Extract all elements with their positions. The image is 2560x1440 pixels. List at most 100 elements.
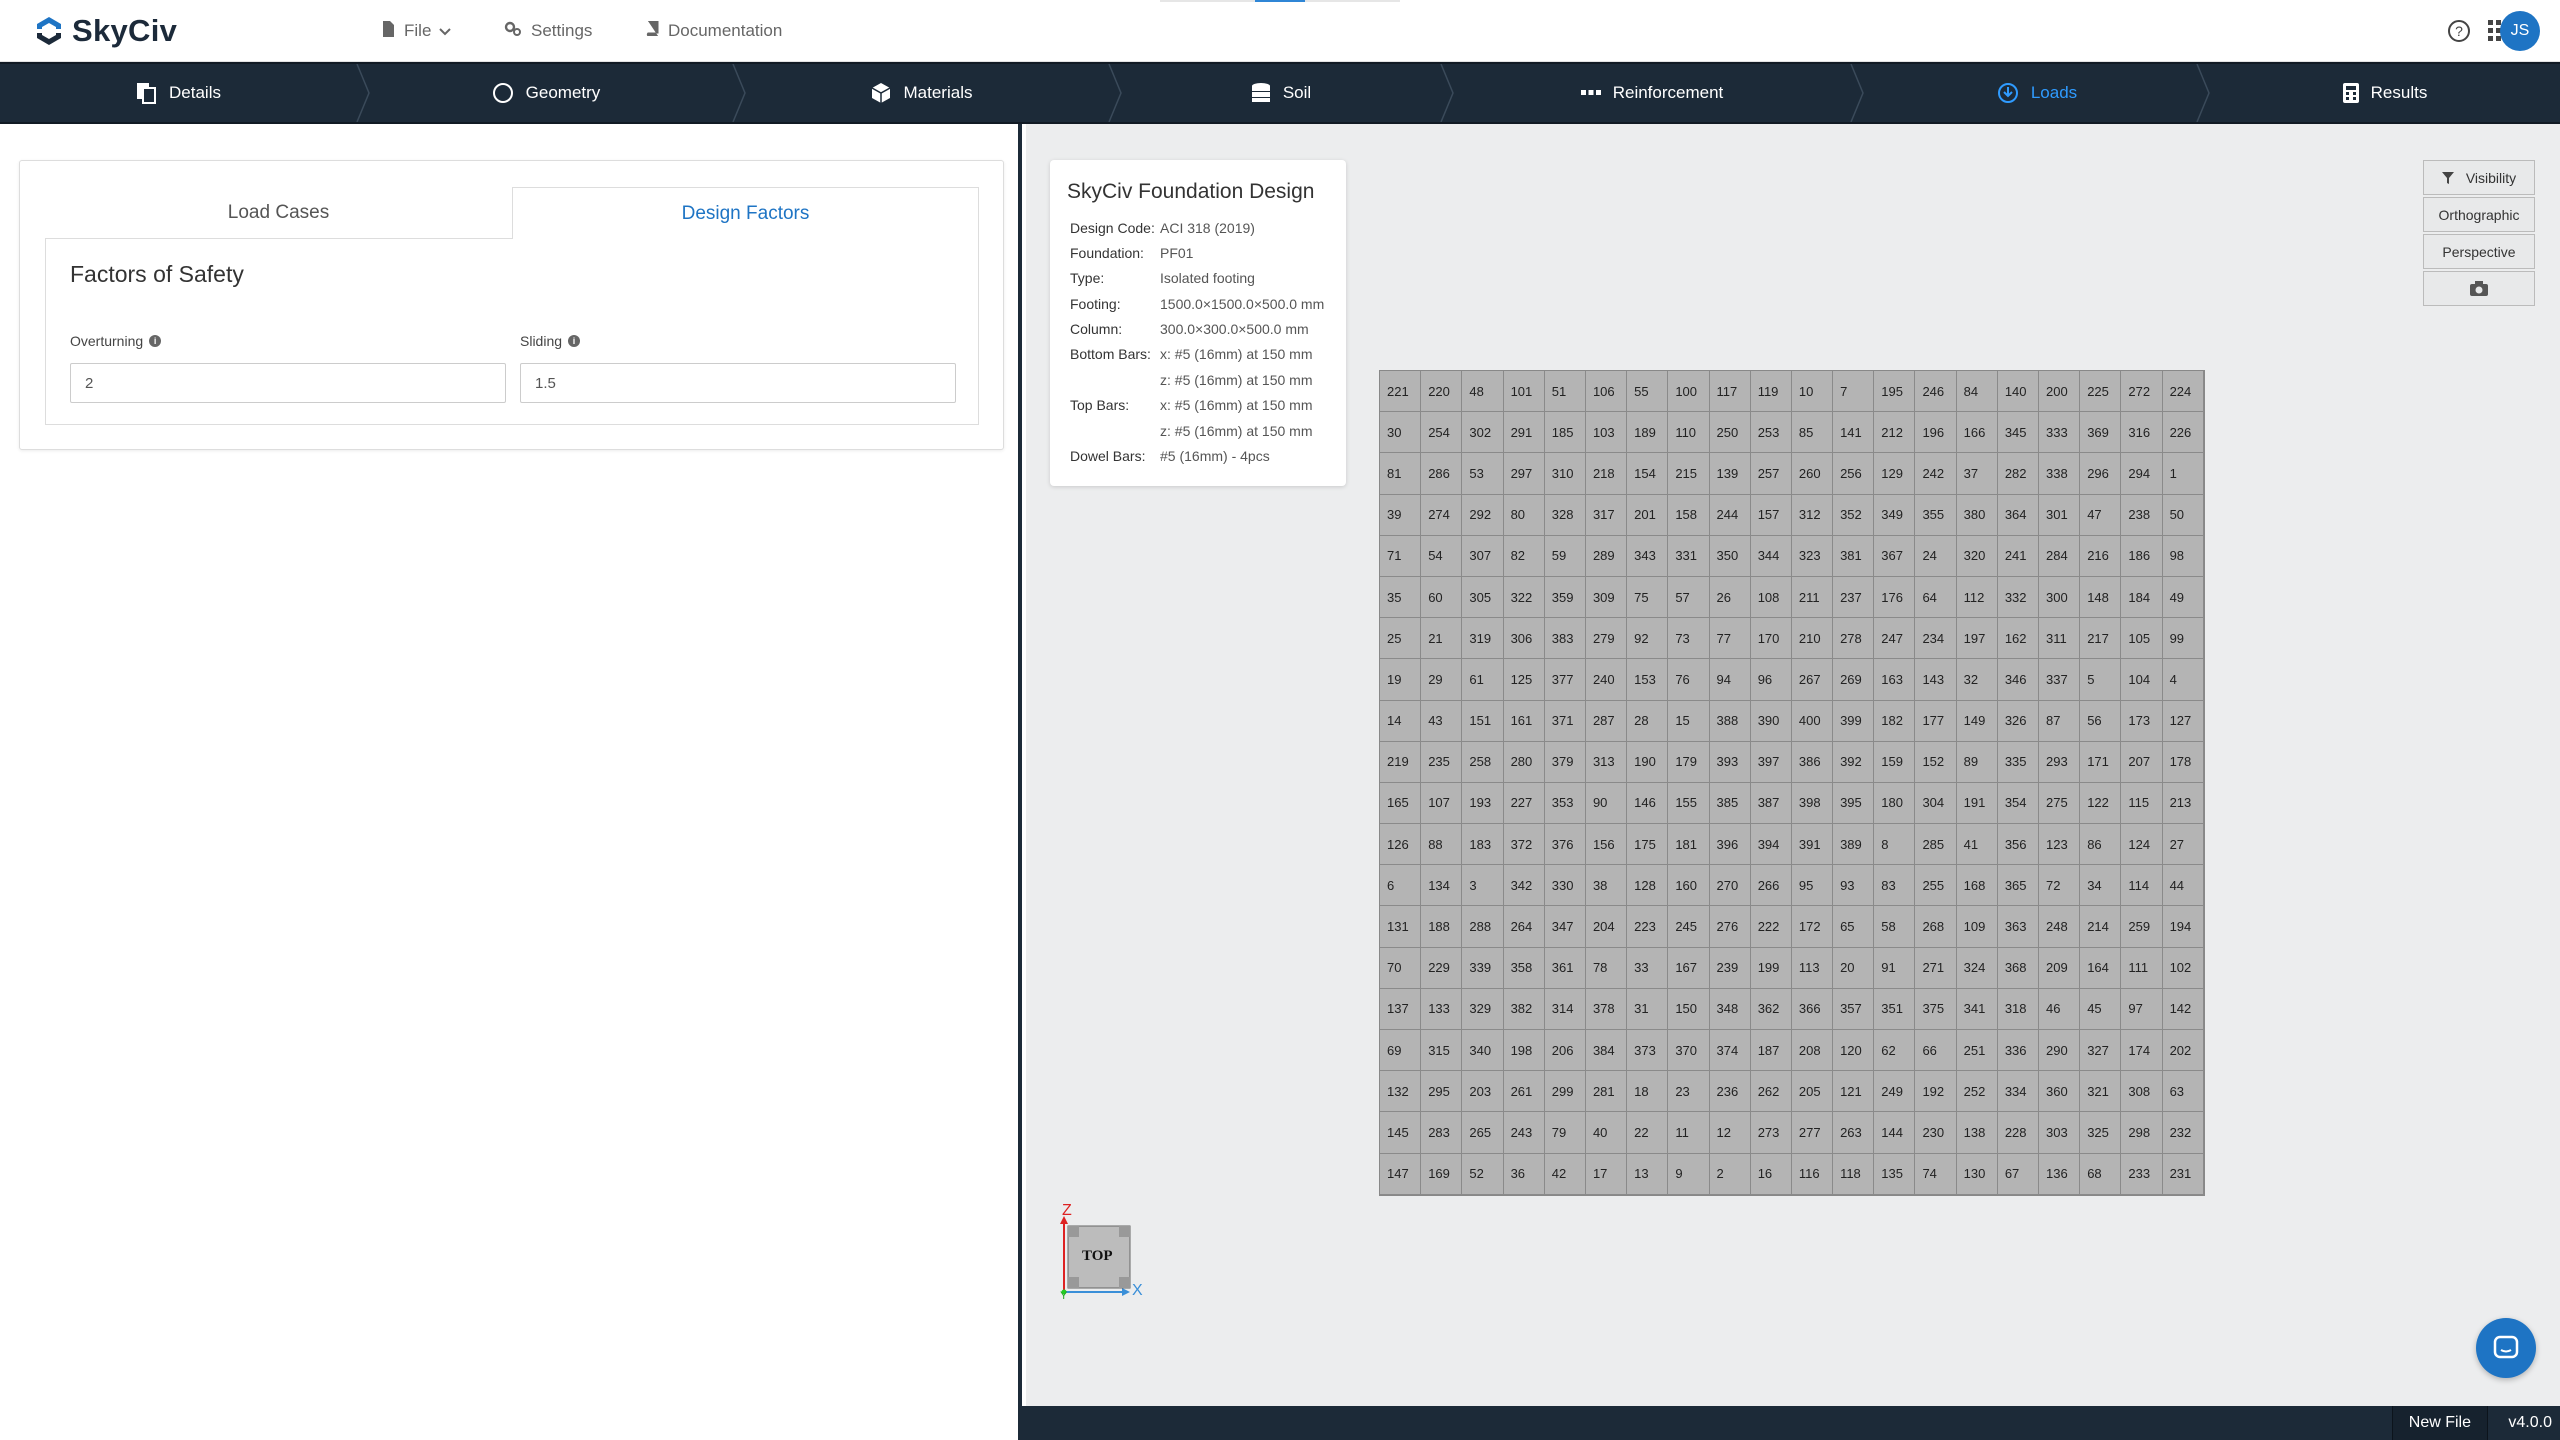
mesh-cell: 191 bbox=[1956, 782, 1998, 825]
mesh-cell: 207 bbox=[2121, 741, 2163, 783]
mesh-cell: 40 bbox=[1585, 1112, 1628, 1154]
mesh-cell: 192 bbox=[1915, 1071, 1957, 1113]
mesh-cell: 109 bbox=[1956, 906, 1998, 948]
step-divider bbox=[1108, 64, 1122, 122]
mesh-cell: 161 bbox=[1503, 700, 1545, 742]
footing-mesh-grid[interactable]: 221 220 48 101 51 106 55 100 117 119 10 7 195 246 84 14… bbox=[1379, 370, 2205, 1196]
mesh-cell: 180 bbox=[1874, 782, 1916, 825]
mesh-cell: 25 bbox=[1380, 618, 1422, 660]
mesh-cell: 316 bbox=[2121, 412, 2163, 454]
mesh-cell: 67 bbox=[1997, 1153, 2039, 1195]
mesh-cell: 238 bbox=[2121, 494, 2163, 536]
mesh-cell: 137 bbox=[1380, 988, 1422, 1030]
mesh-cell: 324 bbox=[1956, 947, 1998, 989]
mesh-cell: 5 bbox=[2080, 659, 2122, 701]
mesh-cell: 164 bbox=[2080, 947, 2122, 989]
step-divider bbox=[1850, 64, 1864, 122]
mesh-cell: 330 bbox=[1544, 865, 1586, 907]
mesh-cell: 242 bbox=[1915, 453, 1957, 495]
mesh-cell: 224 bbox=[2162, 371, 2204, 413]
mesh-cell: 16 bbox=[1750, 1153, 1792, 1195]
mesh-cell: 75 bbox=[1627, 576, 1669, 619]
mesh-cell: 189 bbox=[1627, 412, 1669, 454]
mesh-cell: 3 bbox=[1462, 865, 1504, 907]
step-details[interactable]: Details bbox=[0, 64, 356, 122]
info-icon[interactable]: i bbox=[149, 335, 162, 347]
skyciv-logo[interactable]: SkyCiv bbox=[32, 11, 177, 51]
mesh-cell: 166 bbox=[1956, 412, 1998, 454]
mesh-cell: 383 bbox=[1544, 618, 1586, 660]
tab-design-factors[interactable]: Design Factors bbox=[512, 187, 979, 239]
mesh-cell: 46 bbox=[2039, 988, 2081, 1030]
mesh-cell: 347 bbox=[1544, 906, 1586, 948]
step-materials[interactable]: Materials bbox=[746, 64, 1096, 122]
axis-y-label: Y bbox=[1060, 1290, 1068, 1302]
chat-button[interactable] bbox=[2476, 1318, 2536, 1378]
info-icon[interactable]: i bbox=[568, 335, 581, 347]
mesh-cell: 105 bbox=[2121, 618, 2163, 660]
file-name[interactable]: New File bbox=[2391, 1406, 2488, 1440]
mesh-cell: 334 bbox=[1997, 1071, 2039, 1113]
mesh-cell: 70 bbox=[1380, 947, 1422, 989]
mesh-cell: 58 bbox=[1874, 906, 1916, 948]
mesh-cell: 64 bbox=[1915, 576, 1957, 619]
view-cube[interactable]: TOP Z X Y bbox=[1060, 1202, 1143, 1302]
mesh-cell: 357 bbox=[1833, 988, 1875, 1030]
info-footing: Footing: 1500.0×1500.0×500.0 mm bbox=[1070, 296, 1325, 312]
step-soil[interactable]: Soil bbox=[1122, 64, 1440, 122]
mesh-cell: 235 bbox=[1421, 741, 1463, 783]
mesh-cell: 343 bbox=[1627, 535, 1669, 577]
step-loads-label: Loads bbox=[2030, 83, 2078, 102]
sliding-input[interactable] bbox=[520, 363, 956, 403]
mesh-cell: 155 bbox=[1668, 782, 1710, 825]
mesh-cell: 102 bbox=[2162, 947, 2204, 989]
mesh-cell: 159 bbox=[1874, 741, 1916, 783]
mesh-cell: 42 bbox=[1544, 1153, 1586, 1195]
3d-viewport[interactable]: SkyCiv Foundation Design Design Code: ACI… bbox=[1026, 124, 2560, 1406]
step-reinforcement[interactable]: Reinforcement bbox=[1454, 64, 1850, 122]
step-results[interactable]: Results bbox=[2210, 64, 2560, 122]
mesh-cell: 27 bbox=[2162, 824, 2204, 866]
mesh-cell: 100 bbox=[1668, 371, 1710, 413]
file-menu[interactable]: File bbox=[382, 18, 452, 44]
mesh-cell: 107 bbox=[1421, 782, 1463, 825]
user-avatar[interactable]: JS bbox=[2500, 11, 2540, 51]
orthographic-button[interactable]: Orthographic bbox=[2423, 197, 2535, 232]
mesh-cell: 398 bbox=[1791, 782, 1834, 825]
mesh-cell: 113 bbox=[1791, 947, 1834, 989]
overturning-input[interactable] bbox=[70, 363, 506, 403]
mesh-cell: 378 bbox=[1585, 988, 1628, 1030]
tab-load-cases[interactable]: Load Cases bbox=[45, 187, 512, 239]
mesh-cell: 104 bbox=[2121, 659, 2163, 701]
overturning-label: Overturning i bbox=[70, 333, 162, 349]
info-bottom-bars-z: z: #5 (16mm) at 150 mm bbox=[1160, 372, 1313, 388]
mesh-cell: 376 bbox=[1544, 824, 1586, 866]
documentation-menu[interactable]: Documentation bbox=[645, 18, 782, 44]
step-geometry[interactable]: Geometry bbox=[370, 64, 722, 122]
mesh-cell: 338 bbox=[2039, 453, 2081, 495]
mesh-cell: 193 bbox=[1462, 782, 1504, 825]
mesh-cell: 28 bbox=[1627, 700, 1669, 742]
mesh-cell: 375 bbox=[1915, 988, 1957, 1030]
mesh-cell: 232 bbox=[2162, 1112, 2204, 1154]
help-icon[interactable]: ? bbox=[2444, 16, 2474, 46]
mesh-cell: 18 bbox=[1627, 1071, 1669, 1113]
mesh-cell: 74 bbox=[1915, 1153, 1957, 1195]
step-loads[interactable]: Loads bbox=[1864, 64, 2210, 122]
perspective-button[interactable]: Perspective bbox=[2423, 234, 2535, 269]
mesh-cell: 139 bbox=[1709, 453, 1751, 495]
mesh-cell: 154 bbox=[1627, 453, 1669, 495]
mesh-cell: 4 bbox=[2162, 659, 2204, 701]
step-materials-label: Materials bbox=[903, 83, 973, 102]
mesh-cell: 26 bbox=[1709, 576, 1751, 619]
mesh-cell: 8 bbox=[1874, 824, 1916, 866]
mesh-cell: 312 bbox=[1791, 494, 1834, 536]
screenshot-button[interactable] bbox=[2423, 271, 2535, 306]
info-design-code: Design Code: ACI 318 (2019) bbox=[1070, 220, 1255, 236]
settings-menu[interactable]: Settings bbox=[504, 18, 592, 44]
mesh-cell: 345 bbox=[1997, 412, 2039, 454]
mesh-cell: 260 bbox=[1791, 453, 1834, 495]
mesh-cell: 356 bbox=[1997, 824, 2039, 866]
mesh-cell: 110 bbox=[1668, 412, 1710, 454]
visibility-button[interactable]: Visibility bbox=[2423, 160, 2535, 195]
